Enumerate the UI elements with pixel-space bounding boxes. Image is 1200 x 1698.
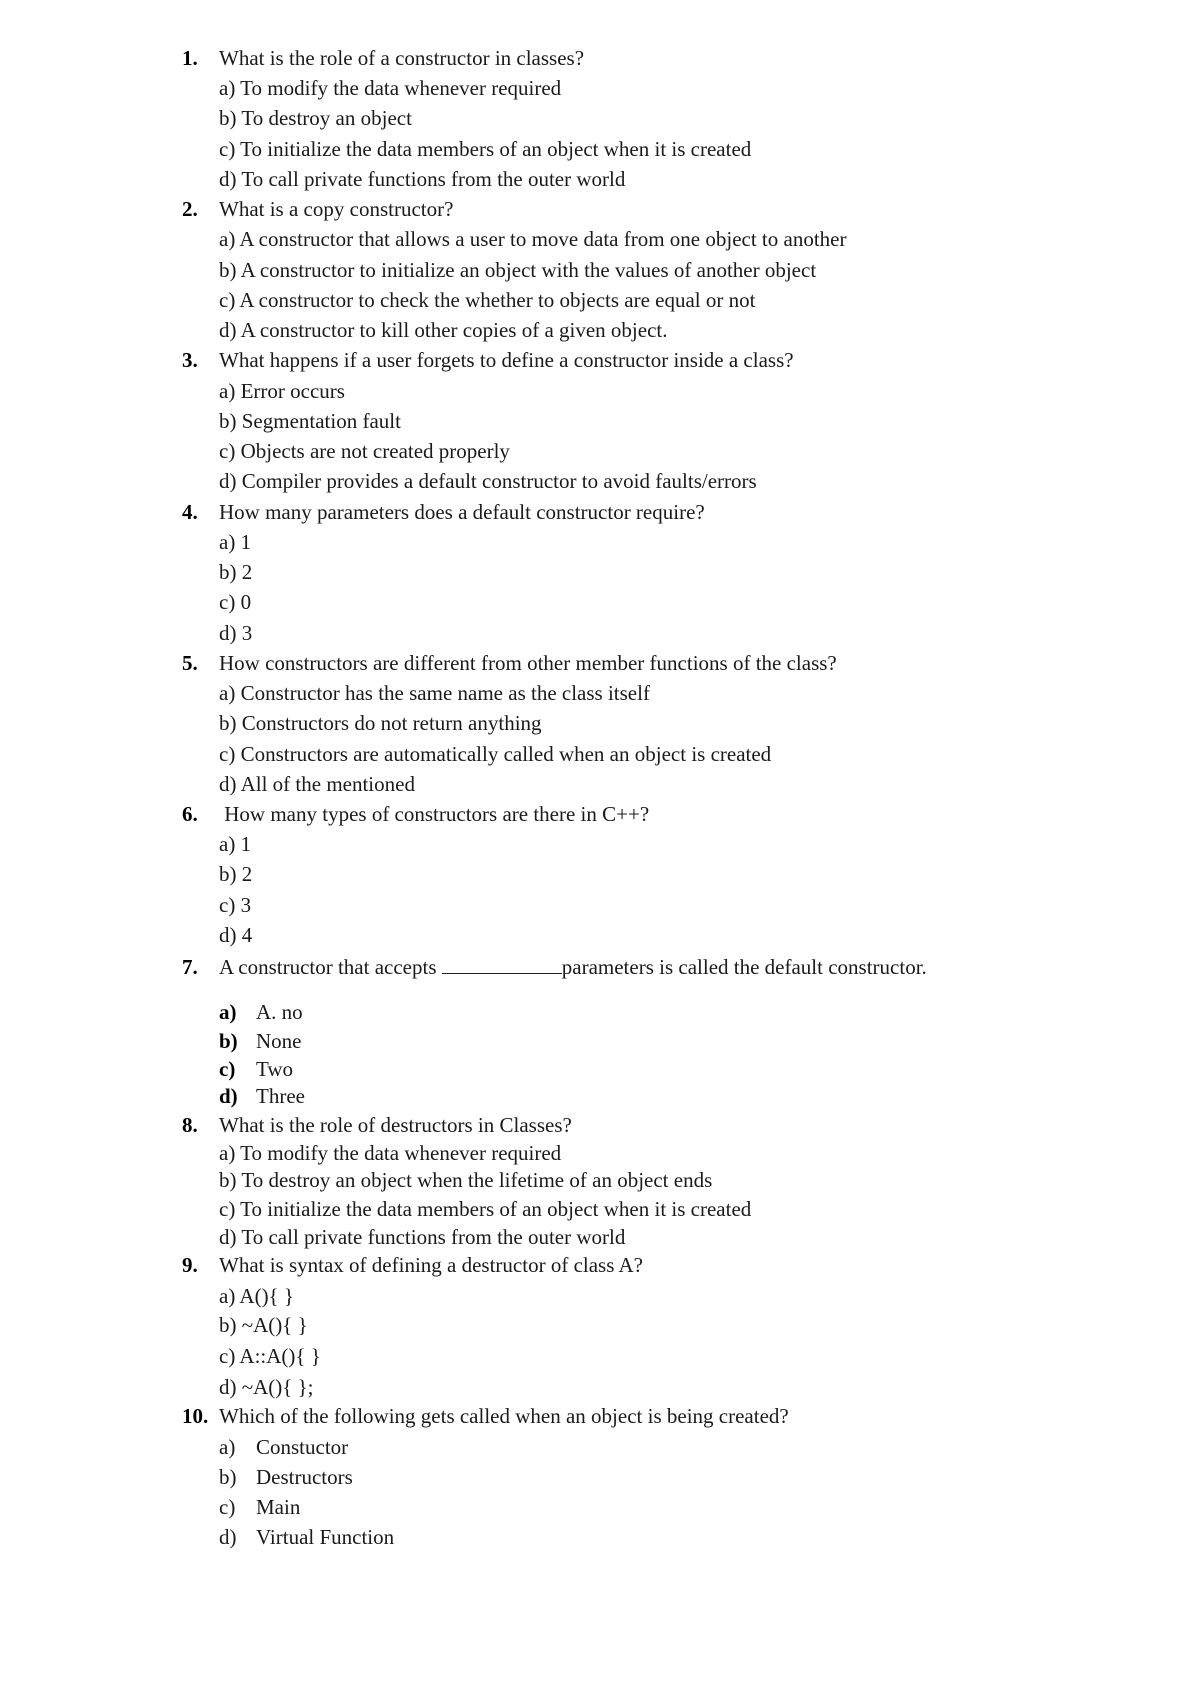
option-text: A. no (256, 1000, 303, 1024)
option-text: d) To call private functions from the ou… (219, 166, 626, 191)
option-label: b) (219, 1465, 237, 1489)
option-label: c) (219, 1495, 236, 1519)
option-text: a) A constructor that allows a user to m… (219, 227, 847, 252)
option-text: b) 2 (219, 862, 253, 887)
option-text: a) A(){ } (219, 1284, 294, 1308)
question-text: What is a copy constructor? (219, 197, 454, 222)
question-number: 1. (182, 46, 198, 70)
question-text: How many types of constructors are there… (219, 802, 650, 826)
question-number: 9. (182, 1253, 198, 1277)
option-text: Destructors (256, 1465, 353, 1489)
question-number: 10. (182, 1404, 209, 1428)
option-text: a) Constructor has the same name as the … (219, 681, 650, 706)
question-text-before: A constructor that accepts (219, 955, 442, 979)
option-label: c) (219, 1057, 236, 1081)
option-text: b) 2 (219, 560, 253, 585)
option-text: c) Objects are not created properly (219, 439, 510, 464)
option-text: c) A constructor to check the whether to… (219, 287, 756, 312)
option-label: d) (219, 1525, 237, 1549)
option-text: c) To initialize the data members of an … (219, 136, 752, 161)
question-text: What happens if a user forgets to define… (219, 348, 794, 373)
question-text: How constructors are different from othe… (219, 650, 837, 675)
question-number: 3. (182, 348, 198, 373)
question-text-after: parameters is called the default constru… (561, 955, 927, 979)
option-text: d) A constructor to kill other copies of… (219, 318, 668, 343)
option-text: d) 3 (219, 620, 253, 645)
option-label: b) (219, 1029, 238, 1053)
option-text: b) To destroy an object when the lifetim… (219, 1168, 713, 1192)
question-number: 4. (182, 499, 198, 524)
option-text: a) Error occurs (219, 378, 345, 403)
option-label: a) (219, 1000, 237, 1024)
option-text: d) To call private functions from the ou… (219, 1225, 626, 1249)
option-text: c) To initialize the data members of an … (219, 1197, 752, 1221)
option-text: a) 1 (219, 529, 252, 554)
option-text: b) A constructor to initialize an object… (219, 257, 817, 282)
option-text: c) 0 (219, 590, 252, 615)
option-text: Constuctor (256, 1435, 349, 1459)
question-number: 5. (182, 650, 198, 675)
option-text: b) Constructors do not return anything (219, 711, 542, 736)
option-text: d) ~A(){ }; (219, 1375, 314, 1399)
question-text: What is the role of destructors in Class… (219, 1113, 572, 1137)
option-text: d) 4 (219, 922, 253, 947)
option-text: c) 3 (219, 892, 252, 917)
question-text: What is syntax of defining a destructor … (219, 1253, 643, 1277)
option-label: d) (219, 1084, 238, 1108)
question-number: 8. (182, 1113, 198, 1137)
option-text: Virtual Function (256, 1525, 395, 1549)
option-text: Two (256, 1057, 294, 1081)
option-text: Three (256, 1084, 305, 1108)
option-text: b) To destroy an object (219, 106, 412, 131)
fill-in-blank (441, 953, 562, 974)
question-number: 2. (182, 197, 198, 222)
question-text: How many parameters does a default const… (219, 499, 705, 524)
option-label: a) (219, 1435, 236, 1459)
option-text: b) ~A(){ } (219, 1313, 308, 1337)
option-text: a) To modify the data whenever required (219, 1141, 562, 1165)
question-number: 7. (182, 955, 198, 979)
option-text: c) A::A(){ } (219, 1344, 321, 1368)
option-text: d) All of the mentioned (219, 771, 415, 796)
question-text: Which of the following gets called when … (219, 1404, 789, 1428)
question-number: 6. (182, 802, 198, 826)
question-text: A constructor that accepts parameters is… (219, 952, 927, 982)
option-text: a) To modify the data whenever required (219, 76, 562, 101)
option-text: d) Compiler provides a default construct… (219, 469, 757, 494)
option-text: Main (256, 1495, 301, 1519)
option-text: b) Segmentation fault (219, 408, 401, 433)
option-text: c) Constructors are automatically called… (219, 741, 772, 766)
question-text: What is the role of a constructor in cla… (219, 46, 585, 70)
option-text: a) 1 (219, 832, 252, 857)
option-text: None (256, 1029, 302, 1053)
